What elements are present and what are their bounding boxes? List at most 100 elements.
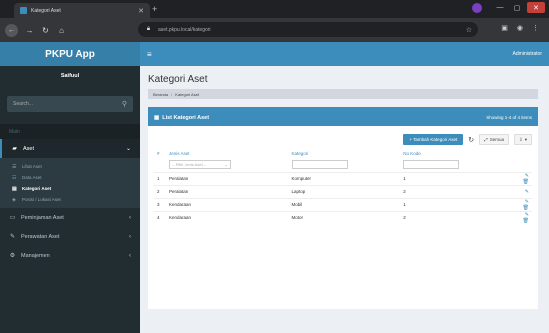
- reload-icon[interactable]: ↻: [41, 26, 50, 35]
- add-category-button[interactable]: + Tambah Kategori Aset: [403, 134, 464, 145]
- extension-icon[interactable]: ◉: [517, 24, 523, 32]
- sidebar-subitem-label: Data Aset: [22, 175, 42, 180]
- filter-placeholder: -- Pilih Jenis Aset --: [172, 162, 207, 168]
- caret-icon: ▾: [524, 136, 527, 142]
- sidebar-item-label: Peminjaman Aset: [21, 214, 64, 221]
- app-logo[interactable]: PKPU App: [0, 42, 140, 66]
- window-close-icon[interactable]: ✕: [527, 2, 545, 13]
- profile-avatar[interactable]: [472, 2, 482, 13]
- edit-icon[interactable]: ✎: [525, 212, 529, 218]
- minimize-icon[interactable]: —: [493, 2, 507, 13]
- column-header-actions: [512, 149, 532, 158]
- chevron-left-icon: ‹: [129, 233, 131, 240]
- search-icon[interactable]: ⚲: [122, 100, 127, 108]
- refresh-icon[interactable]: ↻: [468, 136, 474, 144]
- sidebar-item-peminjaman[interactable]: ▭ Peminjaman Aset ‹: [0, 208, 140, 227]
- sidebar-subitem-label: Kategori Aset: [22, 186, 52, 191]
- column-header-kategori[interactable]: Kategori: [289, 149, 401, 158]
- extensions-area: ▣ ◉ ⋮: [501, 24, 539, 32]
- maximize-icon[interactable]: ▢: [510, 2, 524, 13]
- new-tab-icon[interactable]: +: [152, 4, 157, 14]
- sidebar-search: ⚲: [7, 96, 133, 112]
- edit-icon[interactable]: ✎: [525, 189, 529, 195]
- favicon-icon: [20, 7, 27, 14]
- browser-tab[interactable]: Kategori Aset ✕: [14, 3, 150, 18]
- back-icon[interactable]: ←: [5, 23, 18, 37]
- chevron-left-icon: ‹: [129, 214, 131, 221]
- main-content: Kategori Aset Beranda / Kategori Aset ▦ …: [140, 66, 549, 333]
- menu-icon[interactable]: ⋮: [532, 24, 539, 32]
- export-button[interactable]: ⇩ ▾: [513, 134, 532, 145]
- sidebar-item-aset[interactable]: ▰ Aset ⌄: [0, 139, 140, 158]
- sidebar-subitem-lihat-aset[interactable]: ☰ Lihat Aset: [0, 161, 140, 172]
- briefcase-icon: ▰: [12, 146, 17, 152]
- row-number: 2: [154, 184, 166, 198]
- lock-icon: 🔒︎: [146, 26, 151, 32]
- app-topbar: ≡ Administrator: [140, 42, 549, 66]
- filter-cell: [512, 158, 532, 172]
- cell-kode: 1: [400, 197, 512, 211]
- page-title: Kategori Aset: [148, 74, 208, 85]
- sidebar-search-input[interactable]: [13, 101, 122, 107]
- row-number: 3: [154, 197, 166, 211]
- extension-icon[interactable]: ▣: [501, 24, 508, 32]
- cell-kode: 2: [400, 184, 512, 198]
- show-all-label: Semua: [489, 137, 504, 142]
- breadcrumb-home[interactable]: Beranda: [153, 92, 168, 97]
- delete-icon[interactable]: 🗑︎: [523, 218, 529, 224]
- sidebar-subitem-label: Lihat Aset: [22, 164, 42, 169]
- cell-jenis: Kendaraan: [166, 210, 289, 224]
- row-actions: ✎: [512, 184, 532, 198]
- sidebar-subitem-lokasi-aset[interactable]: ◈ Posisi / Lokasi Aset: [0, 194, 140, 205]
- cell-jenis: Kendaraan: [166, 197, 289, 211]
- cell-kode: 2: [400, 210, 512, 224]
- sidebar-submenu: ☰ Lihat Aset ☷ Data Aset ▤ Kategori Aset…: [0, 158, 140, 208]
- cell-kategori: Motor: [288, 210, 401, 224]
- column-header-jenis[interactable]: Jenis Aset: [166, 149, 289, 158]
- topbar-user-menu[interactable]: Administrator: [513, 51, 542, 57]
- home-icon[interactable]: ⌂: [57, 26, 66, 35]
- box-title-text: List Kategori Aset: [162, 114, 210, 121]
- breadcrumb-current: Kategori Aset: [175, 91, 200, 97]
- forward-icon[interactable]: →: [25, 26, 34, 35]
- sidebar-item-manajemen[interactable]: ⚙ Manajemen ‹: [0, 246, 140, 265]
- sidebar-item-label: Manajemen: [21, 252, 50, 259]
- laptop-icon: ▭: [9, 215, 16, 221]
- bookmark-star-icon[interactable]: ☆: [466, 26, 472, 34]
- export-icon: ⇩: [518, 136, 523, 142]
- row-number: 4: [154, 210, 166, 224]
- sidebar-subitem-kategori-aset[interactable]: ▤ Kategori Aset: [0, 183, 140, 194]
- window-controls: — ▢ ✕: [472, 2, 545, 13]
- filter-cell: [154, 158, 166, 172]
- wrench-icon: ✎: [9, 234, 16, 240]
- edit-icon[interactable]: ✎: [525, 173, 529, 179]
- chevron-down-icon: ⌄: [224, 162, 228, 168]
- list-icon: ▦: [154, 114, 160, 121]
- box-header: ▦ List Kategori Aset Showing 1-4 of 4 it…: [148, 109, 538, 126]
- delete-icon[interactable]: 🗑︎: [523, 205, 529, 211]
- row-actions: ✎🗑︎: [512, 210, 532, 224]
- jenis-filter-select[interactable]: -- Pilih Jenis Aset -- ⌄: [169, 160, 231, 170]
- kategori-filter-input[interactable]: [291, 160, 348, 170]
- kode-filter-input[interactable]: [403, 160, 460, 170]
- sidebar-subitem-data-aset[interactable]: ☷ Data Aset: [0, 172, 140, 183]
- address-bar[interactable]: 🔒︎ aset.pkpu.local/kategori ☆: [138, 22, 478, 37]
- cell-kategori: Laptop: [288, 184, 401, 198]
- browser-tab-bar: Kategori Aset ✕ + — ▢ ✕: [0, 0, 549, 18]
- column-header-kode[interactable]: No Kode: [400, 149, 512, 158]
- table-header-row: # Jenis Aset Kategori No Kode: [154, 149, 532, 158]
- row-number: 1: [154, 171, 166, 185]
- box-title: ▦ List Kategori Aset: [154, 115, 209, 121]
- cell-kategori: Mobil: [288, 197, 401, 211]
- table-row: 3 Kendaraan Mobil 1 ✎🗑︎: [154, 197, 532, 211]
- show-all-button[interactable]: ⤢ Semua: [479, 134, 509, 145]
- address-text: aset.pkpu.local/kategori: [158, 26, 211, 33]
- tab-title: Kategori Aset: [31, 7, 61, 14]
- sidebar-item-perawatan[interactable]: ✎ Perawatan Aset ‹: [0, 227, 140, 246]
- map-icon: ◈: [12, 196, 16, 203]
- hamburger-icon[interactable]: ≡: [147, 50, 152, 59]
- edit-icon[interactable]: ✎: [525, 199, 529, 205]
- delete-icon[interactable]: 🗑︎: [523, 179, 529, 185]
- tab-close-icon[interactable]: ✕: [138, 7, 144, 15]
- sidebar-item-label: Perawatan Aset: [21, 233, 60, 240]
